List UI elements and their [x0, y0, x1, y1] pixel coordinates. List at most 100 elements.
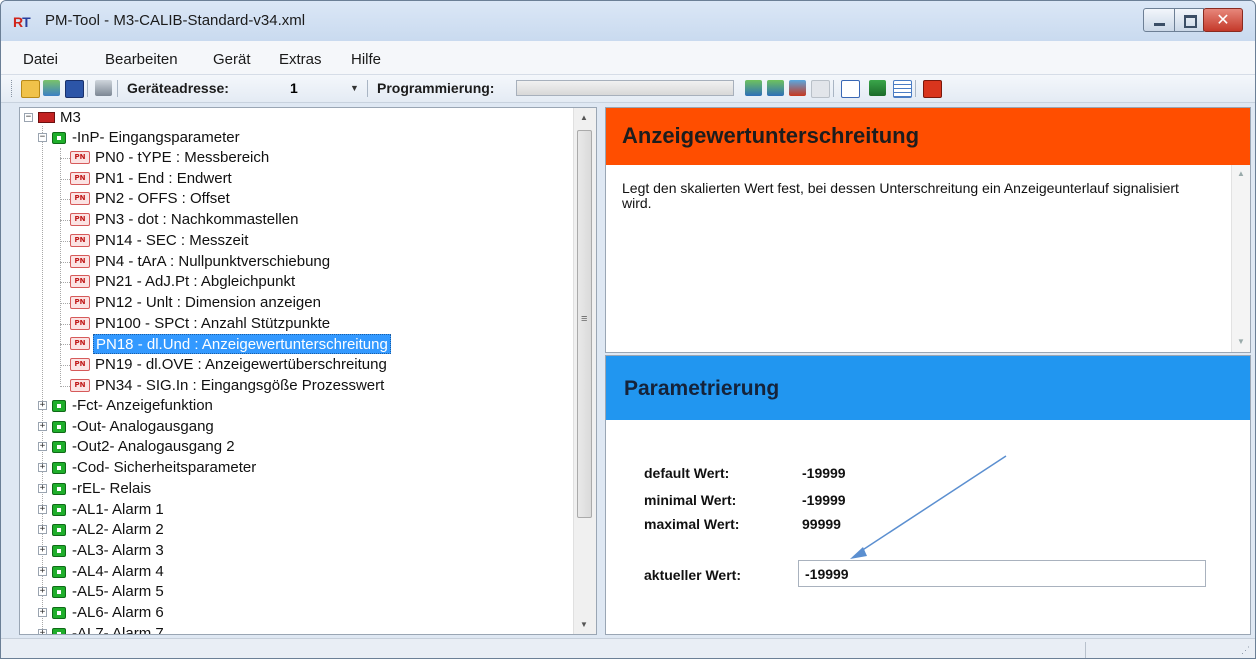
connect-icon[interactable] — [811, 80, 830, 98]
close-button[interactable]: ✕ — [1203, 8, 1243, 32]
scroll-down-icon[interactable]: ▼ — [580, 620, 588, 629]
toolbar-separator — [117, 80, 118, 97]
expand-icon[interactable]: + — [38, 567, 47, 576]
tree-scrollbar-thumb[interactable]: ≡ — [577, 130, 592, 518]
tree-connector — [60, 241, 70, 242]
tree-param-label: PN18 - dl.Und : Anzeigewertunterschreitu… — [93, 334, 391, 354]
group-icon — [52, 441, 66, 453]
parameter-tree[interactable]: − M3 − -InP- Eingangsparameter PN PN0 - t… — [19, 107, 597, 635]
programming-label: Programmierung: — [377, 80, 495, 96]
print-icon[interactable] — [95, 80, 112, 96]
tree-param-label: PN0 - tYPE : Messbereich — [95, 149, 270, 166]
minimize-button[interactable] — [1143, 8, 1175, 32]
expand-icon[interactable]: + — [38, 505, 47, 514]
tree-group-label: -AL5- Alarm 5 — [72, 583, 164, 600]
address-select[interactable]: 1 ▼ — [284, 78, 364, 99]
group-icon — [52, 132, 66, 144]
tree-connector — [60, 303, 70, 304]
tree-connector — [60, 365, 70, 366]
table-icon[interactable] — [893, 80, 912, 98]
group-icon — [52, 421, 66, 433]
tree-connector — [60, 386, 70, 387]
toolbar-separator — [915, 80, 916, 97]
tree-group-label: -Out- Analogausgang — [72, 418, 214, 435]
expand-icon[interactable]: + — [38, 608, 47, 617]
group-icon — [52, 607, 66, 619]
menu-bearbeiten[interactable]: Bearbeiten — [105, 51, 178, 68]
chevron-down-icon: ▼ — [350, 83, 359, 93]
annotation-arrow — [850, 455, 1007, 559]
write-device-icon[interactable] — [767, 80, 784, 96]
tree-connector — [42, 126, 43, 631]
scroll-up-icon[interactable]: ▲ — [580, 113, 588, 122]
parameter-icon: PN — [70, 358, 90, 371]
expand-icon[interactable]: + — [38, 525, 47, 534]
minimize-icon — [1154, 23, 1165, 26]
tree-group-label: -AL1- Alarm 1 — [72, 501, 164, 518]
programming-progress-bar — [516, 80, 734, 96]
menu-datei[interactable]: Datei — [23, 51, 58, 68]
parameter-icon: PN — [70, 213, 90, 226]
export-icon[interactable] — [869, 80, 886, 96]
group-icon — [52, 462, 66, 474]
tree-param-label: PN1 - End : Endwert — [95, 170, 232, 187]
grip-icon: ≡ — [581, 313, 588, 325]
power-icon[interactable] — [923, 80, 942, 98]
expand-icon[interactable]: + — [38, 629, 47, 634]
tree-param-label: PN3 - dot : Nachkommastellen — [95, 211, 299, 228]
toolbar: Geräteadresse: 1 ▼ Programmierung: — [1, 75, 1255, 103]
expand-icon[interactable]: + — [38, 442, 47, 451]
maximize-button[interactable] — [1174, 8, 1204, 32]
expand-icon[interactable]: + — [38, 484, 47, 493]
title-bar: RT PM-Tool - M3-CALIB-Standard-v34.xml ✕ — [1, 1, 1255, 41]
tree-connector — [60, 324, 70, 325]
scroll-down-icon[interactable]: ▼ — [1237, 337, 1245, 346]
collapse-icon[interactable]: − — [38, 133, 47, 142]
expand-icon[interactable]: + — [38, 422, 47, 431]
expand-icon[interactable]: + — [38, 463, 47, 472]
close-icon: ✕ — [1216, 10, 1230, 29]
tree-connector — [60, 344, 70, 345]
parameter-icon: PN — [70, 234, 90, 247]
read-device-icon[interactable] — [745, 80, 762, 96]
group-icon — [52, 504, 66, 516]
tree-group-label: -Cod- Sicherheitsparameter — [72, 459, 257, 476]
parameter-icon: PN — [70, 337, 90, 350]
description-scrollbar[interactable]: ▲ ▼ — [1231, 165, 1250, 352]
scroll-up-icon[interactable]: ▲ — [1237, 169, 1245, 178]
open-file-icon[interactable] — [43, 80, 60, 96]
tree-connector — [60, 220, 70, 221]
parameter-icon: PN — [70, 317, 90, 330]
toolbar-separator — [367, 80, 368, 97]
tree-scrollbar[interactable]: ▲ ≡ ▼ — [573, 108, 596, 634]
open-folder-icon[interactable] — [21, 80, 40, 98]
tree-param-label: PN12 - Unlt : Dimension anzeigen — [95, 294, 321, 311]
status-bar: ⋰ — [1, 638, 1255, 658]
resize-grip-icon[interactable]: ⋰ — [1241, 645, 1250, 656]
group-icon — [52, 586, 66, 598]
transfer-icon[interactable] — [789, 80, 806, 96]
parameter-icon: PN — [70, 151, 90, 164]
group-icon — [52, 628, 66, 634]
expand-icon[interactable]: + — [38, 546, 47, 555]
tree-connector — [60, 199, 70, 200]
tree-param-label: PN14 - SEC : Messzeit — [95, 232, 249, 249]
parameter-icon: PN — [70, 275, 90, 288]
address-value: 1 — [290, 80, 298, 96]
parameter-icon: PN — [70, 296, 90, 309]
expand-icon[interactable]: + — [38, 401, 47, 410]
collapse-icon[interactable]: − — [24, 113, 33, 122]
group-icon — [52, 483, 66, 495]
window-icon[interactable] — [841, 80, 860, 98]
menu-hilfe[interactable]: Hilfe — [351, 51, 381, 68]
description-panel: Anzeigewertunterschreitung Legt den skal… — [605, 107, 1251, 353]
toolbar-grip — [11, 80, 13, 97]
menu-geraet[interactable]: Gerät — [213, 51, 251, 68]
parameter-icon: PN — [70, 255, 90, 268]
menu-extras[interactable]: Extras — [279, 51, 322, 68]
expand-icon[interactable]: + — [38, 587, 47, 596]
save-icon[interactable] — [65, 80, 84, 98]
tree-group-label: -InP- Eingangsparameter — [72, 129, 240, 146]
parameter-icon: PN — [70, 379, 90, 392]
parameter-icon: PN — [70, 172, 90, 185]
